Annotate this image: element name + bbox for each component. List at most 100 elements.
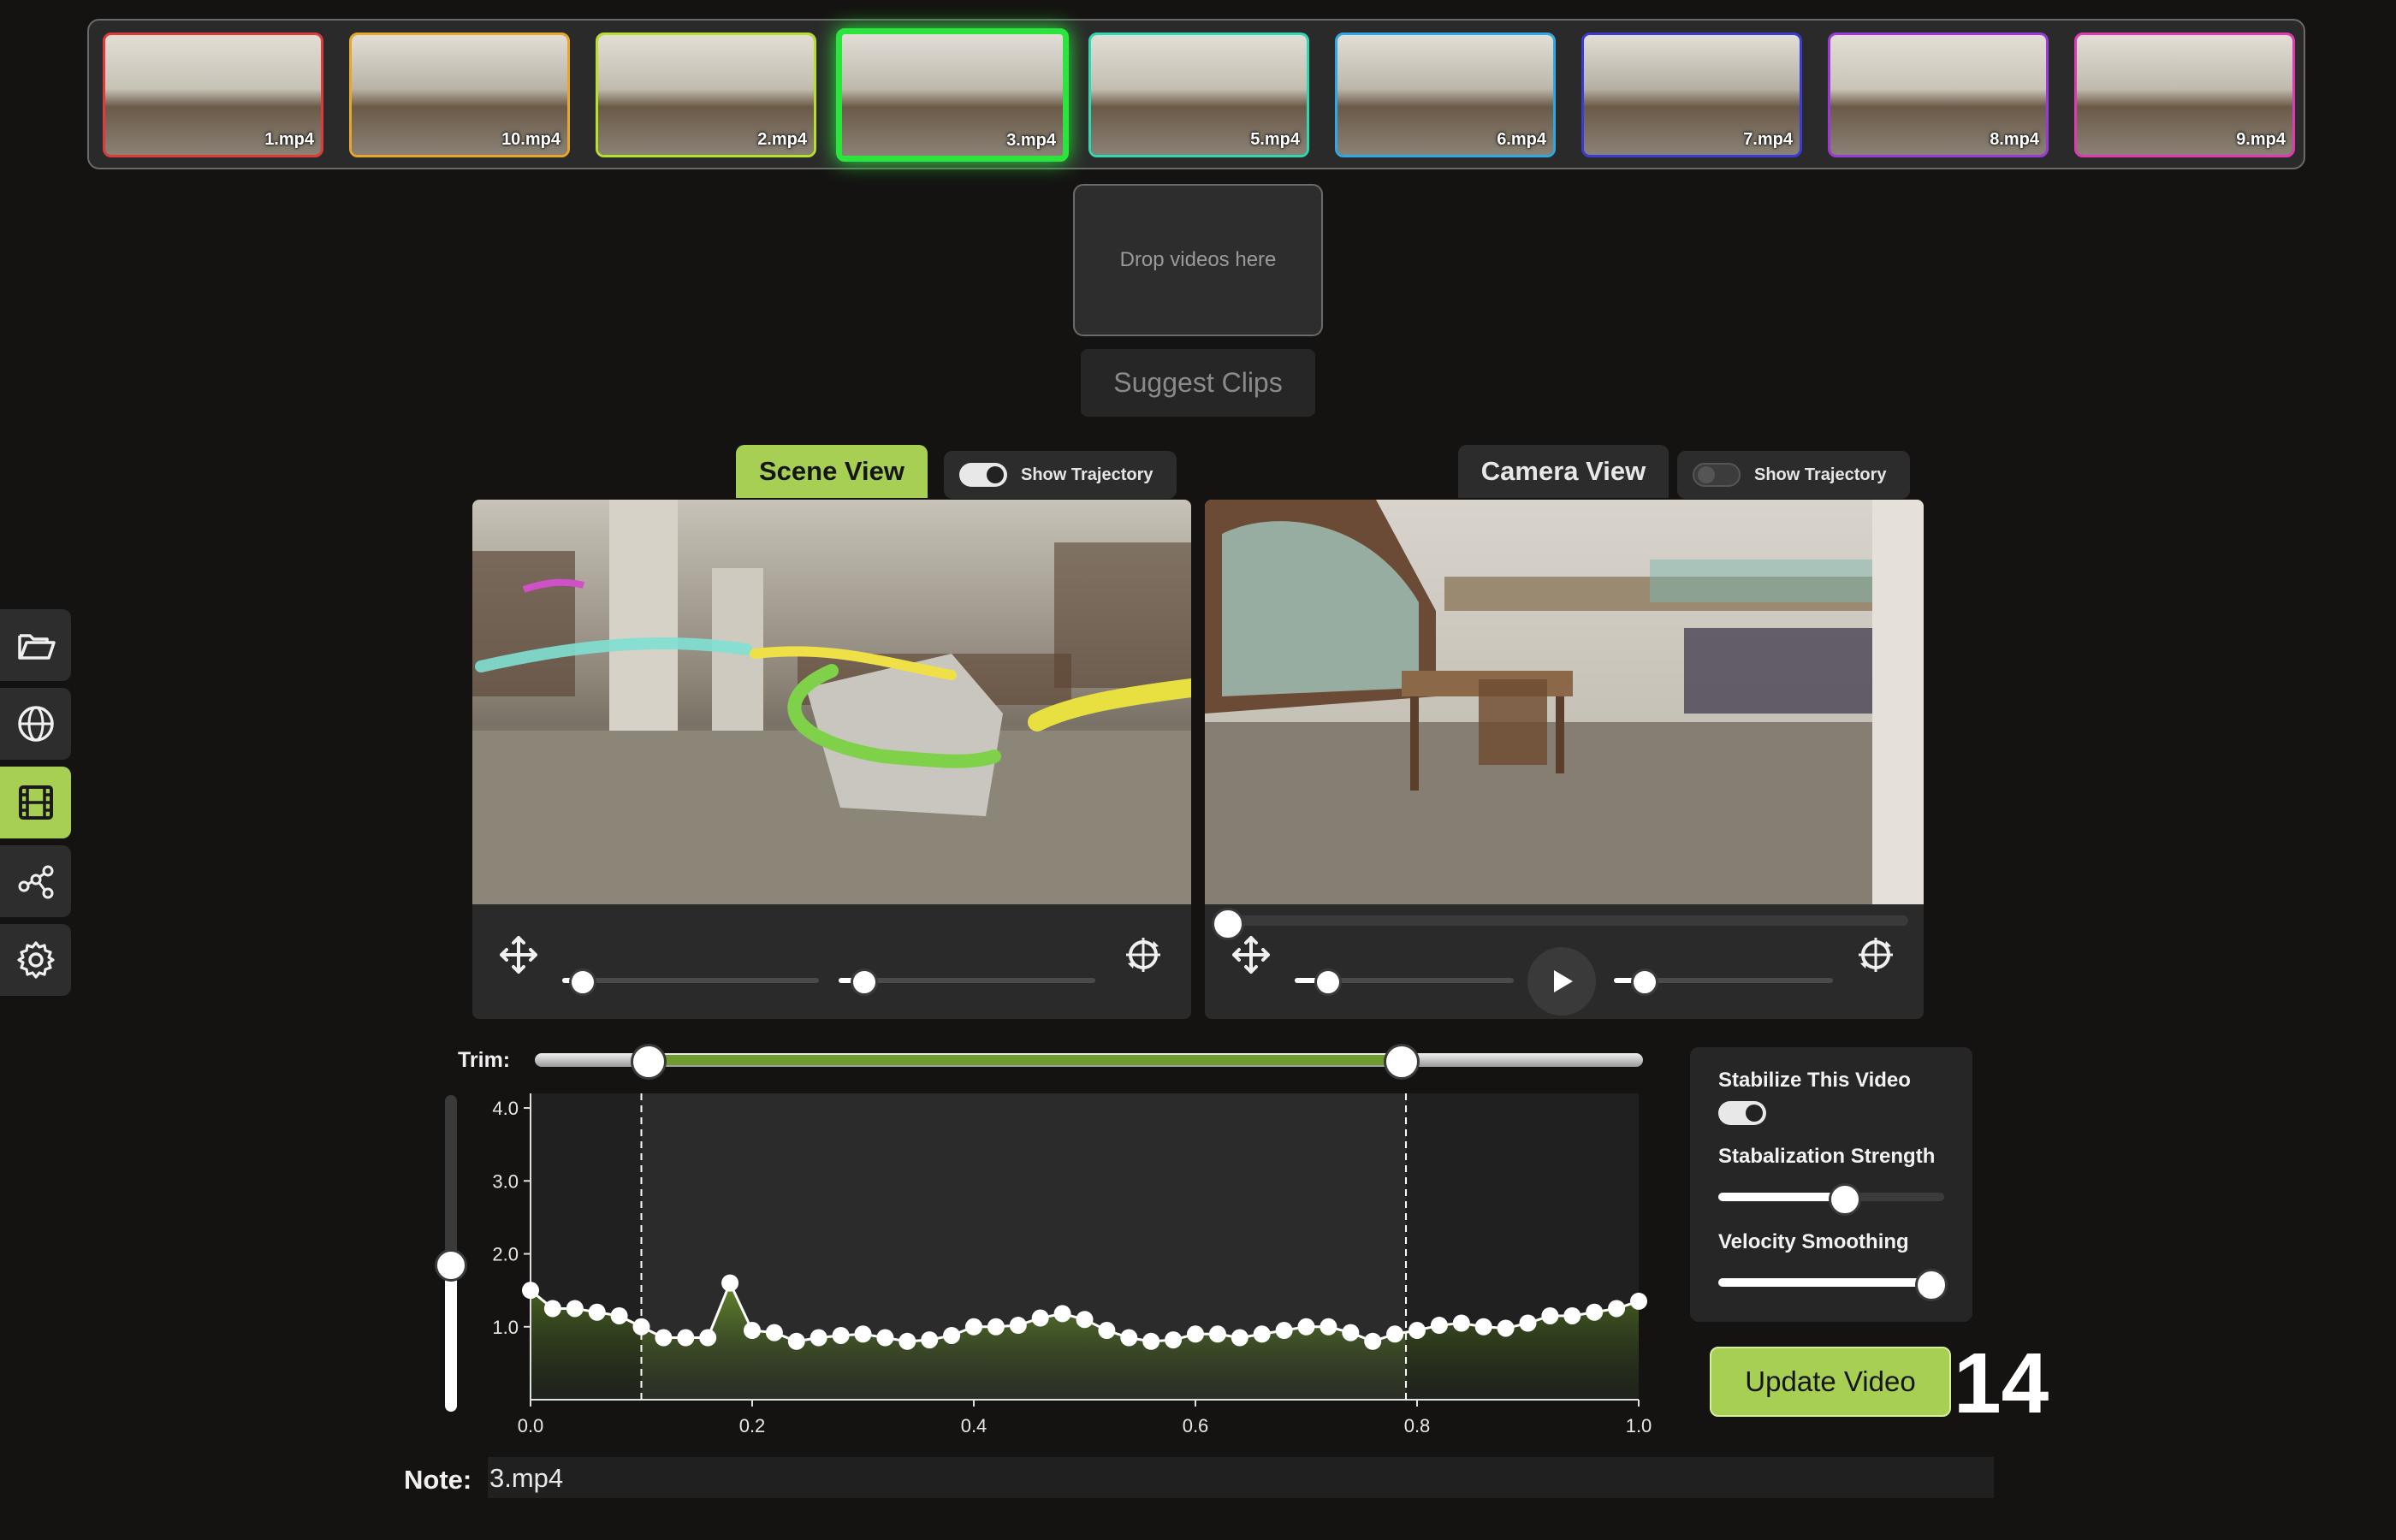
clip-thumbnail[interactable]: 2.mp4 — [596, 33, 816, 157]
speed-point[interactable] — [1231, 1329, 1248, 1347]
x-tick-label: 0.2 — [739, 1415, 766, 1436]
speed-point[interactable] — [1586, 1303, 1604, 1321]
y-tick-label: 3.0 — [492, 1170, 519, 1192]
speed-point[interactable] — [921, 1331, 939, 1349]
speed-point[interactable] — [1009, 1317, 1027, 1335]
speed-slider-fill — [445, 1263, 457, 1412]
play-button[interactable] — [1527, 947, 1596, 1016]
speed-point[interactable] — [1165, 1331, 1183, 1349]
clip-thumbnail[interactable]: 3.mp4 — [836, 28, 1069, 162]
speed-point[interactable] — [1364, 1332, 1382, 1350]
clip-thumbnail[interactable]: 5.mp4 — [1088, 33, 1309, 157]
speed-point[interactable] — [1098, 1322, 1116, 1340]
speed-point[interactable] — [765, 1324, 783, 1342]
sidebar-item-video[interactable] — [0, 767, 71, 838]
speed-curve-chart[interactable]: 0.0 0.2 0.4 0.6 0.8 1.0 1.0 2.0 3.0 4.0 — [462, 1082, 1660, 1442]
speed-point[interactable] — [787, 1332, 805, 1350]
speed-point[interactable] — [1409, 1322, 1426, 1340]
scene-slider-1-knob[interactable] — [569, 968, 596, 996]
camera-slider-2-knob[interactable] — [1631, 968, 1659, 996]
speed-point[interactable] — [1541, 1306, 1559, 1324]
note-label: Note: — [404, 1465, 472, 1495]
clip-thumbnail[interactable]: 9.mp4 — [2074, 33, 2295, 157]
speed-point[interactable] — [1053, 1305, 1071, 1323]
tab-camera-view[interactable]: Camera View — [1458, 445, 1669, 498]
trim-end-handle[interactable] — [1384, 1044, 1420, 1080]
speed-point[interactable] — [1253, 1325, 1271, 1343]
stabilize-toggle[interactable] — [1718, 1101, 1766, 1125]
camera-scrub-track[interactable] — [1220, 915, 1908, 926]
camera-show-trajectory[interactable]: Show Trajectory — [1677, 451, 1910, 499]
suggest-clips-button[interactable]: Suggest Clips — [1081, 349, 1315, 417]
speed-point[interactable] — [965, 1318, 982, 1336]
camera-slider-1-knob[interactable] — [1314, 968, 1342, 996]
speed-point[interactable] — [677, 1329, 695, 1347]
sidebar-item-files[interactable] — [0, 609, 71, 681]
pan-icon[interactable] — [1231, 934, 1272, 975]
speed-point[interactable] — [566, 1300, 584, 1318]
note-input[interactable]: 3.mp4 — [488, 1457, 1994, 1498]
speed-point[interactable] — [876, 1329, 894, 1347]
camera-trajectory-toggle[interactable] — [1693, 463, 1741, 487]
speed-point[interactable] — [1342, 1324, 1360, 1342]
speed-point[interactable] — [854, 1325, 872, 1343]
scene-render[interactable] — [472, 500, 1191, 904]
orbit-icon[interactable] — [1123, 934, 1164, 975]
y-tick-label: 4.0 — [492, 1098, 519, 1119]
speed-point[interactable] — [1076, 1311, 1094, 1329]
speed-point[interactable] — [721, 1274, 739, 1292]
clip-filename: 6.mp4 — [1497, 130, 1546, 149]
scene-show-trajectory[interactable]: Show Trajectory — [944, 451, 1177, 499]
speed-point[interactable] — [610, 1306, 628, 1324]
speed-point[interactable] — [1563, 1306, 1581, 1324]
speed-point[interactable] — [1208, 1325, 1226, 1343]
tab-scene-view[interactable]: Scene View — [736, 445, 928, 498]
speed-point[interactable] — [588, 1303, 606, 1321]
trim-start-handle[interactable] — [630, 1044, 667, 1080]
clip-thumbnail[interactable]: 8.mp4 — [1828, 33, 2049, 157]
clip-thumbnail[interactable]: 7.mp4 — [1581, 33, 1802, 157]
speed-point[interactable] — [1297, 1318, 1315, 1336]
speed-point[interactable] — [1630, 1292, 1647, 1310]
clip-strip: 1.mp4 10.mp4 2.mp4 3.mp4 5.mp4 6.mp4 7.mp4 8.mp… — [87, 19, 2305, 169]
speed-point[interactable] — [543, 1300, 561, 1318]
speed-point[interactable] — [1320, 1318, 1337, 1336]
speed-point[interactable] — [832, 1326, 850, 1344]
scene-slider-2-knob[interactable] — [851, 968, 878, 996]
speed-point[interactable] — [810, 1329, 827, 1347]
speed-point[interactable] — [1497, 1319, 1515, 1337]
speed-point[interactable] — [1386, 1325, 1404, 1343]
speed-point[interactable] — [1275, 1322, 1293, 1340]
speed-point[interactable] — [1430, 1317, 1448, 1335]
video-drop-zone[interactable]: Drop videos here — [1073, 184, 1323, 336]
scene-slider-1-track[interactable] — [562, 978, 819, 983]
speed-point[interactable] — [987, 1318, 1005, 1336]
strength-knob[interactable] — [1829, 1183, 1862, 1216]
speed-point[interactable] — [1142, 1332, 1160, 1350]
speed-point[interactable] — [1031, 1309, 1049, 1327]
speed-point[interactable] — [632, 1318, 650, 1336]
speed-point[interactable] — [744, 1322, 761, 1340]
speed-point[interactable] — [1187, 1325, 1204, 1343]
pan-icon[interactable] — [498, 934, 539, 975]
speed-point[interactable] — [1120, 1329, 1138, 1347]
speed-point[interactable] — [699, 1329, 717, 1347]
orbit-icon[interactable] — [1855, 934, 1896, 975]
speed-point[interactable] — [1452, 1314, 1470, 1332]
speed-point[interactable] — [522, 1282, 539, 1300]
speed-point[interactable] — [943, 1326, 961, 1344]
speed-point[interactable] — [1474, 1318, 1492, 1336]
scene-trajectory-toggle[interactable] — [959, 463, 1007, 487]
sidebar-item-settings[interactable] — [0, 924, 71, 996]
sidebar-item-graph[interactable] — [0, 845, 71, 917]
speed-point[interactable] — [655, 1329, 673, 1347]
speed-point[interactable] — [1519, 1314, 1537, 1332]
clip-thumbnail[interactable]: 1.mp4 — [103, 33, 323, 157]
smoothing-knob[interactable] — [1914, 1269, 1948, 1301]
update-video-button[interactable]: Update Video — [1710, 1347, 1951, 1417]
speed-point[interactable] — [1608, 1300, 1626, 1318]
clip-thumbnail[interactable]: 6.mp4 — [1335, 33, 1556, 157]
speed-point[interactable] — [898, 1332, 916, 1350]
clip-thumbnail[interactable]: 10.mp4 — [349, 33, 570, 157]
sidebar-item-world[interactable] — [0, 688, 71, 760]
